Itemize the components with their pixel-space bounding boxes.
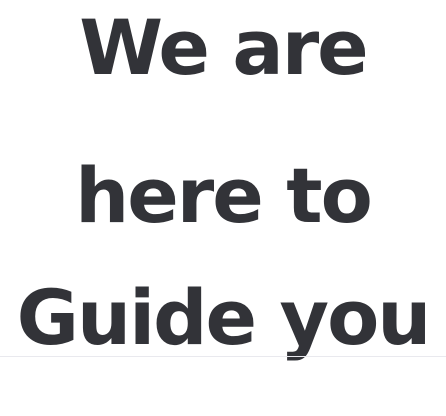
- hero-heading-line-3: Guide you: [16, 273, 432, 362]
- hero-heading-line-1: We are: [79, 3, 368, 92]
- hero-heading-line-2: here to: [75, 151, 373, 240]
- section-divider: [0, 356, 446, 357]
- hero-section: We are here to Guide you: [0, 0, 446, 416]
